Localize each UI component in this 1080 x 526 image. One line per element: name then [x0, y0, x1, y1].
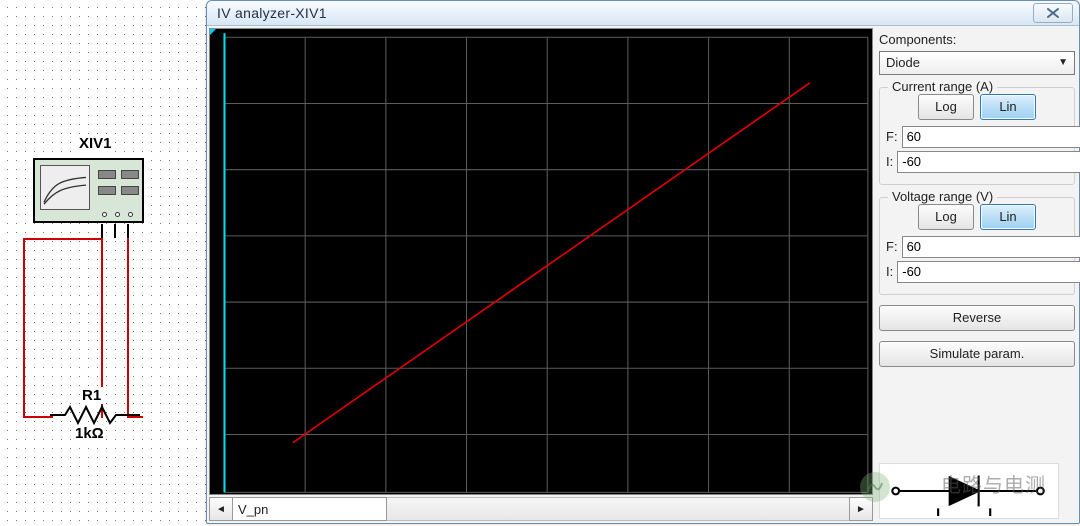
current-f-label: F:: [886, 129, 898, 144]
resistor-value: 1kΩ: [73, 425, 106, 442]
axis-variable-display[interactable]: V_pn: [233, 497, 387, 521]
triangle-right-icon: ►: [856, 504, 866, 515]
nav-spacer: [387, 497, 849, 521]
instrument-refdes: XIV1: [77, 135, 114, 152]
voltage-f-input[interactable]: [902, 236, 1080, 258]
chevron-down-icon: ▼: [1058, 57, 1068, 68]
close-icon: [1046, 7, 1060, 19]
current-log-button[interactable]: Log: [918, 94, 974, 120]
current-i-label: I:: [886, 154, 893, 169]
axis-navigator: ◄ V_pn ►: [209, 497, 873, 521]
voltage-log-button[interactable]: Log: [918, 204, 974, 230]
instrument-slot: [98, 186, 116, 195]
triangle-left-icon: ◄: [216, 504, 226, 515]
control-panel: Components: Diode ▼ Current range (A) Lo…: [877, 28, 1077, 521]
current-i-input[interactable]: [897, 151, 1080, 173]
nav-next-button[interactable]: ►: [849, 497, 873, 521]
title-bar[interactable]: IV analyzer-XIV1: [207, 1, 1079, 26]
instrument-slot: [98, 170, 116, 179]
voltage-range-group: Voltage range (V) Log Lin F: V I: V: [879, 197, 1075, 295]
instrument-slot: [121, 186, 139, 195]
instrument-mini-screen: [40, 165, 90, 210]
instrument-pin[interactable]: [102, 212, 107, 217]
resistor-refdes: R1: [80, 387, 103, 404]
voltage-f-label: F:: [886, 239, 898, 254]
instrument-slot: [121, 170, 139, 179]
iv-analyzer-window: IV analyzer-XIV1: [206, 0, 1080, 524]
iv-plot[interactable]: [209, 28, 873, 495]
instrument-pin[interactable]: [115, 212, 120, 217]
current-range-title: Current range (A): [888, 79, 997, 94]
instrument-pin[interactable]: [128, 212, 133, 217]
window-title: IV analyzer-XIV1: [217, 5, 1033, 21]
voltage-i-input[interactable]: [897, 261, 1080, 283]
simulate-param-button[interactable]: Simulate param.: [879, 341, 1075, 367]
current-f-input[interactable]: [902, 126, 1080, 148]
voltage-range-title: Voltage range (V): [888, 189, 997, 204]
voltage-lin-button[interactable]: Lin: [980, 204, 1036, 230]
axis-variable-label: V_pn: [238, 502, 268, 517]
components-label: Components:: [879, 32, 1075, 47]
reverse-button[interactable]: Reverse: [879, 305, 1075, 331]
schematic-canvas: XIV1 R1 1kΩ: [0, 0, 206, 526]
components-select-value: Diode: [886, 55, 920, 70]
iv-plot-canvas: [210, 29, 872, 494]
current-lin-button[interactable]: Lin: [980, 94, 1036, 120]
voltage-i-label: I:: [886, 264, 893, 279]
close-button[interactable]: [1033, 3, 1073, 23]
resistor-symbol[interactable]: [50, 404, 140, 426]
components-select[interactable]: Diode ▼: [879, 51, 1075, 75]
nav-prev-button[interactable]: ◄: [209, 497, 233, 521]
iv-analyzer-component[interactable]: [33, 158, 144, 223]
component-symbol-preview: [879, 375, 1075, 519]
current-range-group: Current range (A) Log Lin F: mA I: mA: [879, 87, 1075, 185]
